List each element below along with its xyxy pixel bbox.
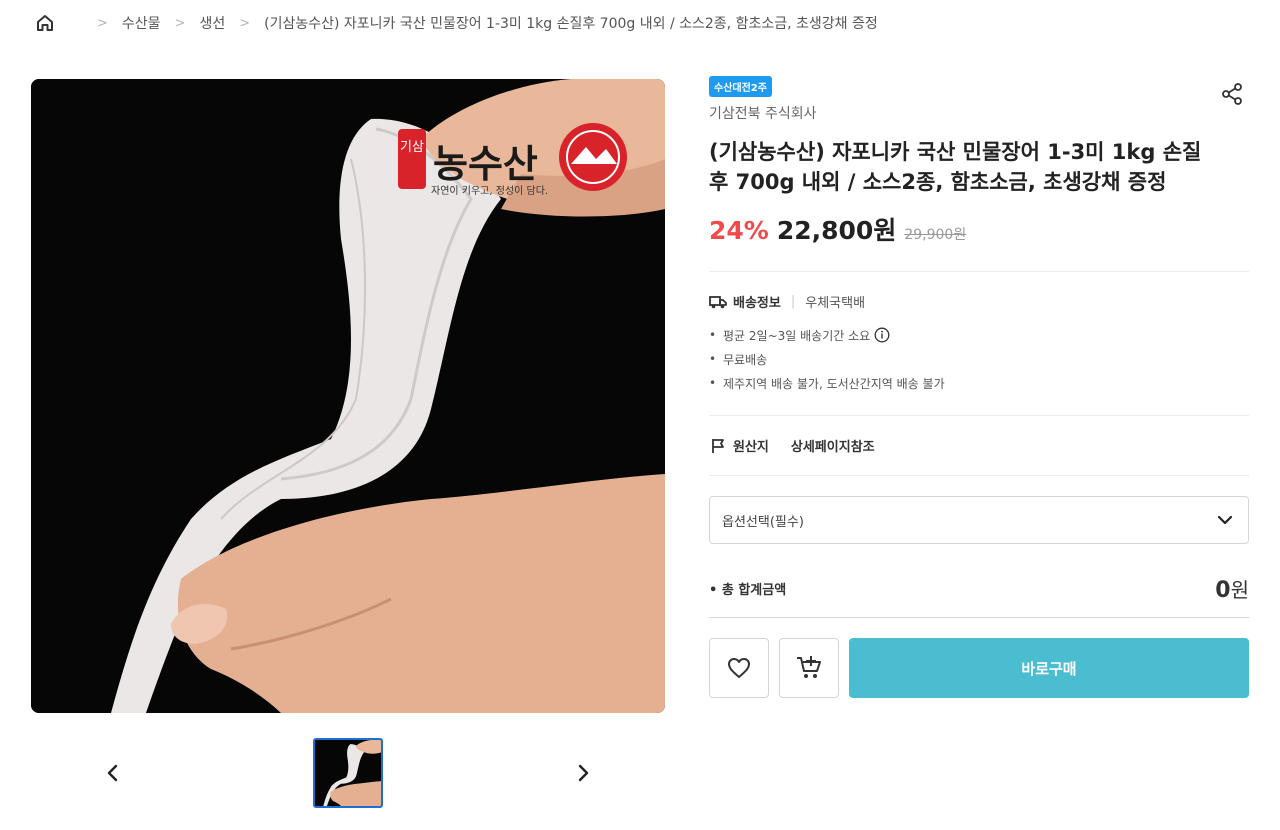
total-amount: 0원 (1215, 578, 1249, 603)
total-row: • 총 합계금액 0원 (709, 574, 1249, 603)
price-row: 24% 22,800원 29,900원 (709, 211, 1249, 247)
separator: | (790, 294, 796, 309)
origin-value: 상세페이지참조 (790, 440, 875, 455)
wishlist-button[interactable] (709, 638, 769, 698)
chevron-right-icon (578, 764, 589, 782)
cart-plus-icon (797, 656, 821, 678)
divider (709, 271, 1249, 272)
chevron-right-icon: > (239, 15, 251, 31)
product-info-panel: 수산대전2주 기삼전북 주식회사 (기삼농수산) 자포니카 국산 민물장어 1-… (709, 76, 1249, 698)
gallery-thumbnail[interactable] (313, 738, 383, 808)
chevron-left-icon (107, 764, 118, 782)
truck-icon (709, 295, 727, 309)
origin-row: 원산지 상세페이지참조 (709, 436, 1249, 455)
promo-badge: 수산대전2주 (709, 76, 772, 97)
option-select-label: 옵션선택(필수) (722, 514, 804, 530)
list-item: • 제주지역 배송 불가, 도서산간지역 배송 불가 (709, 376, 945, 391)
watermark-prefix: 기삼 (400, 140, 424, 155)
original-price: 29,900원 (904, 227, 967, 243)
list-item: • 무료배송 (709, 352, 768, 367)
gallery-next-button[interactable] (567, 757, 599, 789)
list-item: • 평균 2일~3일 배송기간 소요 (709, 323, 1249, 347)
watermark-tagline: 자연이 키우고, 정성이 담다. (431, 185, 548, 197)
flag-icon (709, 437, 727, 455)
option-select[interactable]: 옵션선택(필수) (709, 496, 1249, 544)
seller-name[interactable]: 기삼전북 주식회사 (709, 103, 1249, 123)
shipping-method: 우체국택배 (805, 296, 866, 311)
divider (709, 415, 1249, 416)
add-to-cart-button[interactable] (779, 638, 839, 698)
shipping-label: 배송정보 (733, 296, 781, 311)
breadcrumb-item-current: (기삼농수산) 자포니카 국산 민물장어 1-3미 1kg 손질후 700g 내… (264, 16, 878, 32)
divider (709, 475, 1249, 476)
origin-label: 원산지 (733, 440, 769, 455)
watermark-logo: 농수산 (433, 142, 538, 186)
breadcrumb: > 수산물 > 생선 > (기삼농수산) 자포니카 국산 민물장어 1-3미 1… (33, 10, 878, 36)
buy-now-button[interactable]: 바로구매 (849, 638, 1249, 698)
chevron-right-icon: > (97, 15, 108, 31)
shipping-bullets: • 평균 2일~3일 배송기간 소요 • 무료배송 • 제주지역 배송 불가, 도서산… (709, 323, 1249, 395)
product-title: (기삼농수산) 자포니카 국산 민물장어 1-3미 1kg 손질후 700g 내… (709, 140, 1202, 194)
shipping-header: 배송정보 | 우체국택배 (709, 292, 1249, 311)
breadcrumb-item-fish[interactable]: 생선 (199, 13, 225, 33)
heart-icon (728, 658, 750, 678)
divider (709, 617, 1249, 618)
product-main-image[interactable]: 기삼 농수산 자연이 키우고, 정성이 담다. (31, 79, 665, 713)
action-buttons: 바로구매 (709, 638, 1249, 698)
info-icon[interactable] (874, 327, 890, 343)
chevron-down-icon (1216, 514, 1234, 526)
gallery-prev-button[interactable] (97, 757, 129, 789)
home-icon[interactable] (33, 11, 57, 35)
breadcrumb-item-seafood[interactable]: 수산물 (122, 13, 161, 33)
discount-rate: 24% (709, 216, 769, 245)
chevron-right-icon: > (174, 15, 186, 31)
total-label: • 총 합계금액 (709, 583, 787, 598)
sale-price: 22,800원 (776, 216, 897, 245)
